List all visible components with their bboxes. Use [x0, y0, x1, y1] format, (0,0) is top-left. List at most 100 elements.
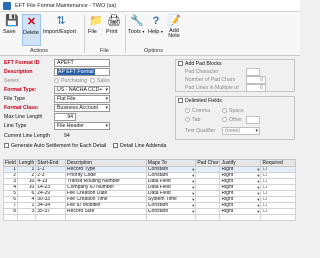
delete-button[interactable]: ✕ Delete	[22, 14, 41, 46]
empty-cell	[16, 214, 37, 221]
delimiter-space-radio[interactable]	[222, 108, 227, 113]
empty-cell	[145, 214, 197, 221]
delimiter-other-radio[interactable]	[222, 117, 227, 122]
delete-label: Delete	[23, 30, 39, 36]
series-label: Series:	[4, 78, 21, 84]
file-type-label: File Type	[4, 96, 25, 102]
delimiter-comma-label: Comma	[192, 108, 211, 114]
ribbon-separator	[125, 15, 126, 53]
save-icon: 💾	[5, 15, 19, 27]
print-icon: 🖨	[107, 15, 121, 27]
delimiter-tab-label: Tab	[192, 117, 201, 123]
add-pad-blocks-label: Add Pad Blocks	[185, 61, 222, 67]
import-export-label: Import/Export	[43, 29, 77, 35]
table-row-empty[interactable]	[3, 214, 296, 221]
pad-character-field[interactable]	[246, 68, 260, 76]
text-qualifier-select[interactable]: (none)	[222, 127, 260, 135]
grid-header-row: Field Length Start-End Description Maps …	[3, 159, 296, 167]
actions-group-label: Actions	[30, 48, 49, 54]
format-id-label: EFT Format ID	[4, 60, 40, 66]
title-bar: EFT File Format Maintenance - TWO (sa)	[0, 0, 300, 12]
column-header-start-end[interactable]: Start-End	[35, 159, 67, 167]
empty-cell	[260, 214, 296, 221]
column-header-justify[interactable]: Justify	[219, 159, 262, 167]
cell-maps-to[interactable]: Constant	[145, 208, 197, 215]
options-group-label: Options	[144, 48, 163, 54]
tools-button[interactable]: 🔧 Tools ▾	[128, 14, 146, 46]
import-export-icon: ⇅	[56, 15, 66, 27]
generate-auto-settlement-checkbox[interactable]	[4, 143, 9, 148]
file-icon: 📁	[89, 15, 103, 27]
description-label: Description	[4, 69, 33, 75]
empty-cell	[3, 214, 18, 221]
print-button[interactable]: 🖨 Print	[106, 14, 122, 46]
help-label: Help ▾	[148, 29, 163, 35]
pad-lines-multiple-field[interactable]: 0	[246, 84, 266, 92]
add-note-label: Add Note	[168, 28, 180, 39]
number-of-pad-chars-label: Number of Pad Chars	[185, 77, 236, 83]
column-header-required[interactable]: Required	[260, 159, 296, 167]
column-header-length[interactable]: Length	[16, 159, 37, 167]
help-icon: ?	[152, 15, 160, 27]
add-pad-blocks-checkbox[interactable]	[178, 61, 183, 66]
delimiter-other-field[interactable]	[246, 116, 260, 124]
delimiter-other-label: Other	[229, 117, 242, 123]
max-line-length-label: Max Line Length	[4, 114, 43, 120]
pad-lines-multiple-label: Pad Lines in Multiple of	[185, 85, 239, 91]
file-type-select[interactable]: Flat File	[54, 95, 110, 103]
delimited-fields-label: Delimited Fields	[185, 98, 222, 104]
add-note-button[interactable]: 📝 Add Note	[166, 14, 182, 46]
series-purchasing-label: Purchasing	[61, 78, 87, 84]
import-export-button[interactable]: ⇅ Import/Export	[43, 14, 79, 46]
series-sales-label: Sales	[97, 78, 110, 84]
format-type-select[interactable]: US - NACHA CCD+	[54, 86, 110, 94]
ribbon-separator	[84, 15, 85, 53]
file-group-label: File	[100, 48, 109, 54]
series-purchasing-radio[interactable]	[54, 78, 59, 83]
tools-label: Tools ▾	[128, 29, 145, 35]
max-line-length-field[interactable]: 94	[54, 113, 76, 121]
help-button[interactable]: ? Help ▾	[148, 14, 164, 46]
empty-cell	[65, 214, 147, 221]
column-header-pad-char[interactable]: Pad Char	[195, 159, 221, 167]
save-button[interactable]: 💾 Save	[3, 14, 21, 46]
file-label: File	[88, 29, 97, 35]
empty-cell	[195, 214, 221, 221]
file-button[interactable]: 📁 File	[88, 14, 104, 46]
eft-format-form: EFT Format ID APEFT Description AP EFT F…	[0, 57, 300, 258]
cell-justify[interactable]: Right	[219, 208, 262, 215]
line-type-label: Line Type	[4, 123, 27, 129]
print-label: Print	[106, 29, 118, 35]
save-label: Save	[3, 29, 16, 35]
ribbon: 💾 Save ✕ Delete ⇅ Import/Export Actions …	[0, 12, 300, 56]
delimited-fields-checkbox[interactable]	[178, 98, 183, 103]
current-line-length-label: Current Line Length	[4, 133, 50, 139]
empty-cell	[35, 214, 67, 221]
text-qualifier-label: Text Qualifier	[185, 128, 216, 134]
format-class-select[interactable]: Business Account	[54, 104, 110, 112]
description-field[interactable]: AP EFT Format	[54, 68, 110, 76]
pad-character-label: Pad Character	[185, 69, 219, 75]
detail-line-addenda-label: Detail Line Addenda	[120, 143, 167, 149]
table-row[interactable]: 8 3 35-37 Record Size Constant Right ☐	[3, 208, 296, 215]
column-header-maps-to[interactable]: Maps To	[145, 159, 197, 167]
format-id-field[interactable]: APEFT	[54, 59, 110, 67]
line-type-select[interactable]: File Header	[54, 122, 110, 130]
column-header-field[interactable]: Field	[3, 159, 18, 167]
current-line-length-value: 94	[64, 133, 70, 139]
add-note-icon: 📝	[167, 15, 181, 27]
empty-cell	[219, 214, 262, 221]
column-header-description[interactable]: Description	[65, 159, 147, 167]
number-of-pad-chars-field[interactable]: 0	[246, 76, 266, 84]
format-class-label: Format Class:	[4, 105, 39, 111]
generate-auto-settlement-label: Generate Auto Settlement for Each Detail	[11, 143, 107, 149]
app-icon	[3, 2, 11, 10]
series-sales-radio[interactable]	[90, 78, 95, 83]
delimiter-tab-radio[interactable]	[185, 117, 190, 122]
delimiter-space-label: Space	[229, 108, 244, 114]
tools-icon: 🔧	[130, 15, 144, 27]
detail-line-addenda-checkbox[interactable]	[113, 143, 118, 148]
format-type-label: Format Type:	[4, 87, 37, 93]
delimiter-comma-radio[interactable]	[185, 108, 190, 113]
window-title: EFT File Format Maintenance - TWO (sa)	[15, 3, 117, 9]
